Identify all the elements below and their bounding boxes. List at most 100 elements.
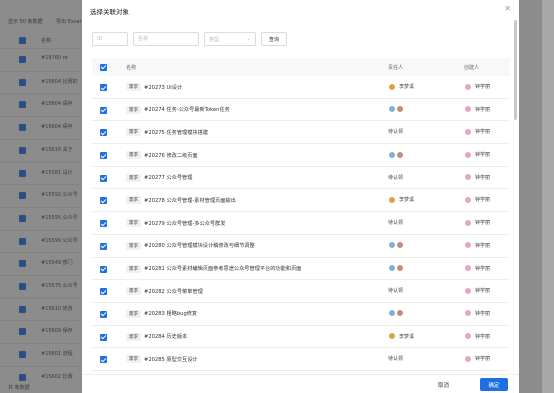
creator-cell: 钟学丽: [464, 263, 490, 274]
cancel-button[interactable]: 取消: [434, 379, 453, 391]
row-checkbox[interactable]: [100, 356, 107, 364]
background-checkbox: [19, 124, 26, 132]
row-checkbox[interactable]: [100, 333, 107, 341]
assignee-cell: 李梦溪: [388, 331, 414, 342]
background-row: #15609 保存: [0, 320, 82, 343]
row-checkbox[interactable]: [100, 288, 107, 296]
row-title: #20283 粗略bug修复: [144, 311, 198, 318]
background-row: #15592 公众号: [0, 184, 82, 207]
creator-cell: 钟学丽: [464, 308, 490, 319]
row-checkbox[interactable]: [100, 220, 107, 228]
avatar: [388, 309, 396, 318]
type-select[interactable]: 类型 ⌄: [204, 32, 256, 46]
type-tag: 需求: [126, 173, 141, 182]
table-row[interactable]: 需求 #20283 粗略bug修复 钟学丽: [92, 303, 510, 326]
row-checkbox[interactable]: [100, 84, 107, 91]
assignee-name: 待认领: [388, 288, 404, 295]
name-input[interactable]: [133, 32, 199, 46]
row-title: #20273 UI设计: [144, 84, 183, 91]
table-row[interactable]: 需求 #20279 公众号管理-多公众号群发 待认领 钟学丽: [92, 212, 510, 235]
creator-cell: 钟学丽: [464, 194, 490, 205]
background-row: #15604 保存: [0, 116, 82, 139]
background-checkbox: [19, 214, 26, 222]
select-all-checkbox[interactable]: [100, 63, 107, 71]
type-tag: 需求: [126, 219, 141, 228]
background-row: #15610 修改: [0, 297, 82, 321]
table-row[interactable]: 需求 #20275 任务管理模块搭建 待认领 钟学丽: [92, 121, 510, 145]
background-row-text: #15609 保存: [41, 328, 73, 335]
background-right-strip: [542, 0, 554, 393]
query-button[interactable]: 查询: [261, 32, 287, 46]
avatar: [464, 332, 472, 341]
filter-bar: 类型 ⌄ 查询: [92, 32, 287, 46]
creator-cell: 钟学丽: [464, 217, 490, 228]
creator-cell: 钟学丽: [464, 81, 490, 92]
confirm-button[interactable]: 确定: [480, 378, 508, 391]
background-row-text: #15595 公众号: [41, 214, 78, 221]
table-row[interactable]: 需求 #20282 公众号菜单管理 待认领 钟学丽: [92, 280, 510, 303]
creator-name: 钟学丽: [475, 242, 491, 249]
table-row[interactable]: 需求 #20285 原型交互设计 待认领 钟学丽: [92, 348, 510, 371]
creator-name: 钟学丽: [475, 356, 491, 363]
background-row-text: #15610 修改: [41, 305, 73, 312]
chevron-down-icon: ⌄: [246, 36, 251, 42]
row-title: #20277 公众号管理: [144, 175, 193, 182]
row-checkbox[interactable]: [100, 197, 107, 205]
avatar: [464, 105, 472, 114]
row-checkbox[interactable]: [100, 129, 107, 137]
avatar: [464, 264, 472, 272]
assignee-name: 待认领: [388, 129, 404, 136]
type-tag: 需求: [126, 83, 141, 91]
select-related-object-dialog: 选择关联对象 ✕ 类型 ⌄ 查询 名称 责任人 创建人 需求#20273 UI设…: [82, 0, 519, 393]
assignee-cell: 待认领: [388, 285, 403, 296]
row-checkbox[interactable]: [100, 152, 107, 160]
close-icon[interactable]: ✕: [504, 4, 511, 13]
table-row[interactable]: 需求 #20281 公众号素材编辑页面参考思途公众号管理平台的功能和页面 钟学丽: [92, 258, 510, 281]
background-row-text: #15604 保存: [41, 124, 73, 131]
row-checkbox[interactable]: [100, 106, 107, 114]
creator-cell: 钟学丽: [464, 353, 490, 364]
assignee-cell: [388, 240, 407, 251]
table-header: 名称 责任人 创建人: [92, 58, 510, 76]
table-row[interactable]: 需求 #20278 公众号管理-素材管理页面输出 李梦溪 钟学丽: [92, 189, 510, 213]
column-header-assignee: 责任人: [388, 65, 404, 71]
table-row[interactable]: 需求 #20273 UI设计 李梦溪 钟学丽: [92, 76, 510, 99]
avatar: [396, 309, 404, 318]
avatar: [464, 195, 472, 204]
avatar: [388, 195, 396, 204]
row-checkbox[interactable]: [100, 174, 107, 182]
avatar: [464, 241, 472, 250]
assignee-cell: 待认领: [388, 217, 403, 228]
row-checkbox[interactable]: [100, 265, 107, 273]
background-header-label: 名称: [41, 38, 52, 44]
row-title: #20282 公众号菜单管理: [144, 288, 203, 295]
background-row: #15581 设计: [0, 161, 82, 185]
background-row: #19760 re: [0, 48, 82, 71]
table-row[interactable]: 需求 #20276 修改二级页面 钟学丽: [92, 144, 510, 167]
background-row-text: #15549 部门: [41, 260, 73, 267]
background-row: #15604 比赛的: [0, 70, 82, 94]
row-checkbox[interactable]: [100, 310, 107, 318]
avatar: [464, 127, 472, 136]
creator-cell: 钟学丽: [464, 240, 490, 251]
background-row-text: #15581 设计: [41, 169, 73, 176]
assignee-cell: 待认领: [388, 126, 403, 137]
avatar: [388, 82, 396, 91]
table-row[interactable]: 需求 #20280 公众号管理模块设计稿修改与细节调整 钟学丽: [92, 235, 510, 258]
table-row[interactable]: 需求 #20284 历史版本 李梦溪 钟学丽: [92, 326, 510, 349]
table-row[interactable]: 需求 #20277 公众号管理 待认领 钟学丽: [92, 167, 510, 190]
background-checkbox: [19, 305, 26, 313]
assignee-cell: 李梦溪: [388, 81, 414, 92]
id-input[interactable]: [92, 32, 128, 46]
background-checkbox: [19, 328, 26, 336]
background-checkbox: [19, 237, 26, 245]
avatar: [396, 105, 404, 114]
scrollbar[interactable]: [514, 20, 517, 120]
table-row[interactable]: 需求 #20274 任务-公众号最新Token任务 钟学丽: [92, 99, 510, 122]
row-checkbox[interactable]: [100, 242, 107, 250]
type-tag: 需求: [126, 309, 141, 318]
object-table: 名称 责任人 创建人 需求 #20273 UI设计 李梦溪 钟学丽 需求 #20274 任…: [92, 58, 510, 371]
avatar: [464, 150, 472, 159]
background-checkbox: [19, 37, 26, 44]
background-checkbox: [19, 351, 26, 359]
